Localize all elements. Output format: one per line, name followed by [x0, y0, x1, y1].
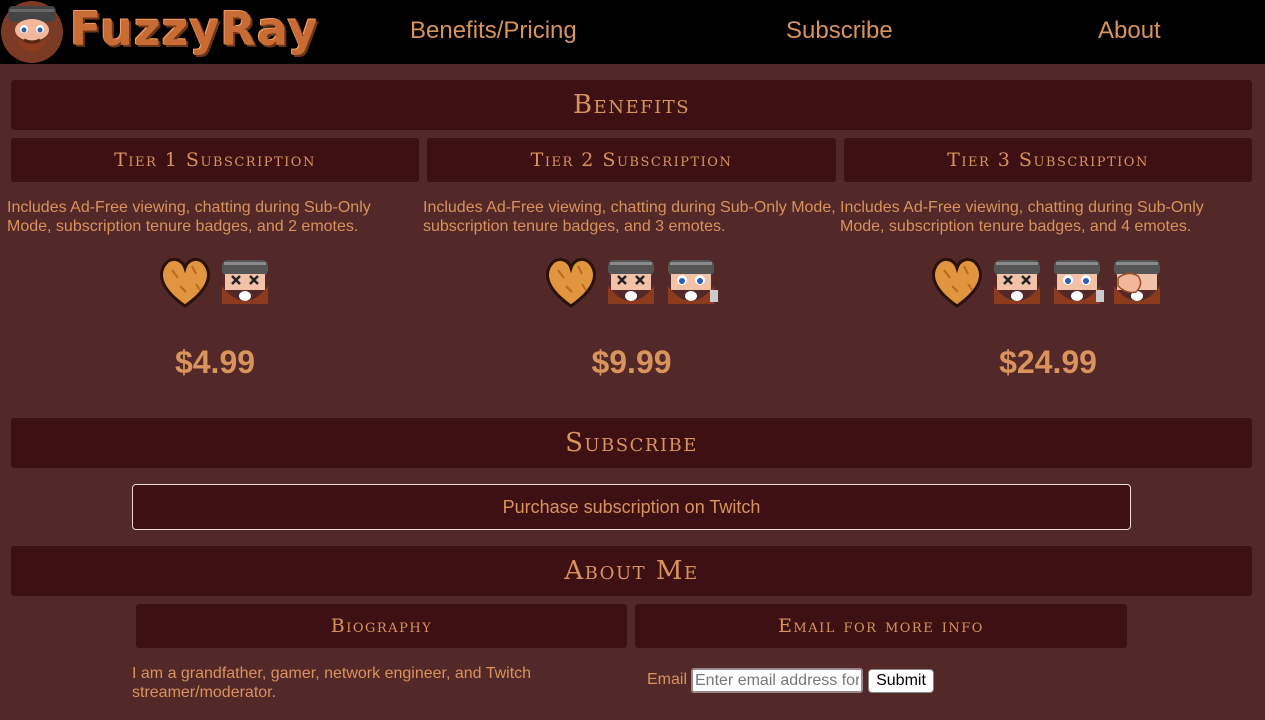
email-label: Email — [647, 671, 688, 688]
big-eyes-emote-icon — [1054, 260, 1104, 304]
tier-1-description: Includes Ad-Free viewing, chatting durin… — [7, 199, 371, 235]
submit-button[interactable]: Submit — [868, 669, 934, 693]
tier-2-price: $9.99 — [591, 344, 672, 380]
x-eyes-emote-icon — [608, 260, 654, 304]
nav-link-benefits-pricing[interactable]: Benefits/Pricing — [410, 17, 577, 45]
purchase-twitch-button[interactable]: Purchase subscription on Twitch — [132, 484, 1131, 530]
tier-3-heading: Tier 3 Subscription — [844, 138, 1252, 182]
biography-text: I am a grandfather, gamer, network engin… — [132, 665, 532, 701]
x-eyes-emote-icon — [994, 260, 1040, 304]
tier-1-emotes — [156, 252, 274, 310]
heart-emote-icon — [160, 257, 210, 308]
tier-1-price: $4.99 — [174, 344, 256, 380]
heart-emote-icon — [932, 257, 982, 308]
logo-text[interactable]: FuzzyRay — [70, 2, 318, 56]
tier-2-heading: Tier 2 Subscription — [427, 138, 836, 182]
tier-2-description: Includes Ad-Free viewing, chatting durin… — [423, 199, 836, 235]
nav-link-subscribe[interactable]: Subscribe — [786, 17, 893, 45]
top-nav: FuzzyRay Benefits/Pricing Subscribe Abou… — [0, 0, 1265, 64]
big-eyes-emote-icon — [668, 260, 718, 304]
nav-link-about[interactable]: About — [1098, 17, 1161, 45]
tier-2-emotes — [542, 252, 720, 310]
x-eyes-emote-icon — [222, 260, 268, 304]
about-heading: About Me — [11, 546, 1252, 596]
tier-1-heading: Tier 1 Subscription — [11, 138, 419, 182]
subscribe-heading: Subscribe — [11, 418, 1252, 468]
logo-avatar-icon[interactable] — [0, 0, 64, 64]
tier-3-emotes — [928, 252, 1166, 310]
benefits-heading: Benefits — [11, 80, 1252, 130]
email-input[interactable] — [691, 668, 863, 693]
facepalm-emote-icon — [1114, 260, 1160, 304]
biography-heading: Biography — [136, 604, 627, 648]
heart-emote-icon — [546, 257, 596, 308]
tier-3-description: Includes Ad-Free viewing, chatting durin… — [840, 199, 1204, 235]
tier-3-price: $24.99 — [999, 344, 1097, 380]
email-info-heading: Email for more info — [635, 604, 1127, 648]
